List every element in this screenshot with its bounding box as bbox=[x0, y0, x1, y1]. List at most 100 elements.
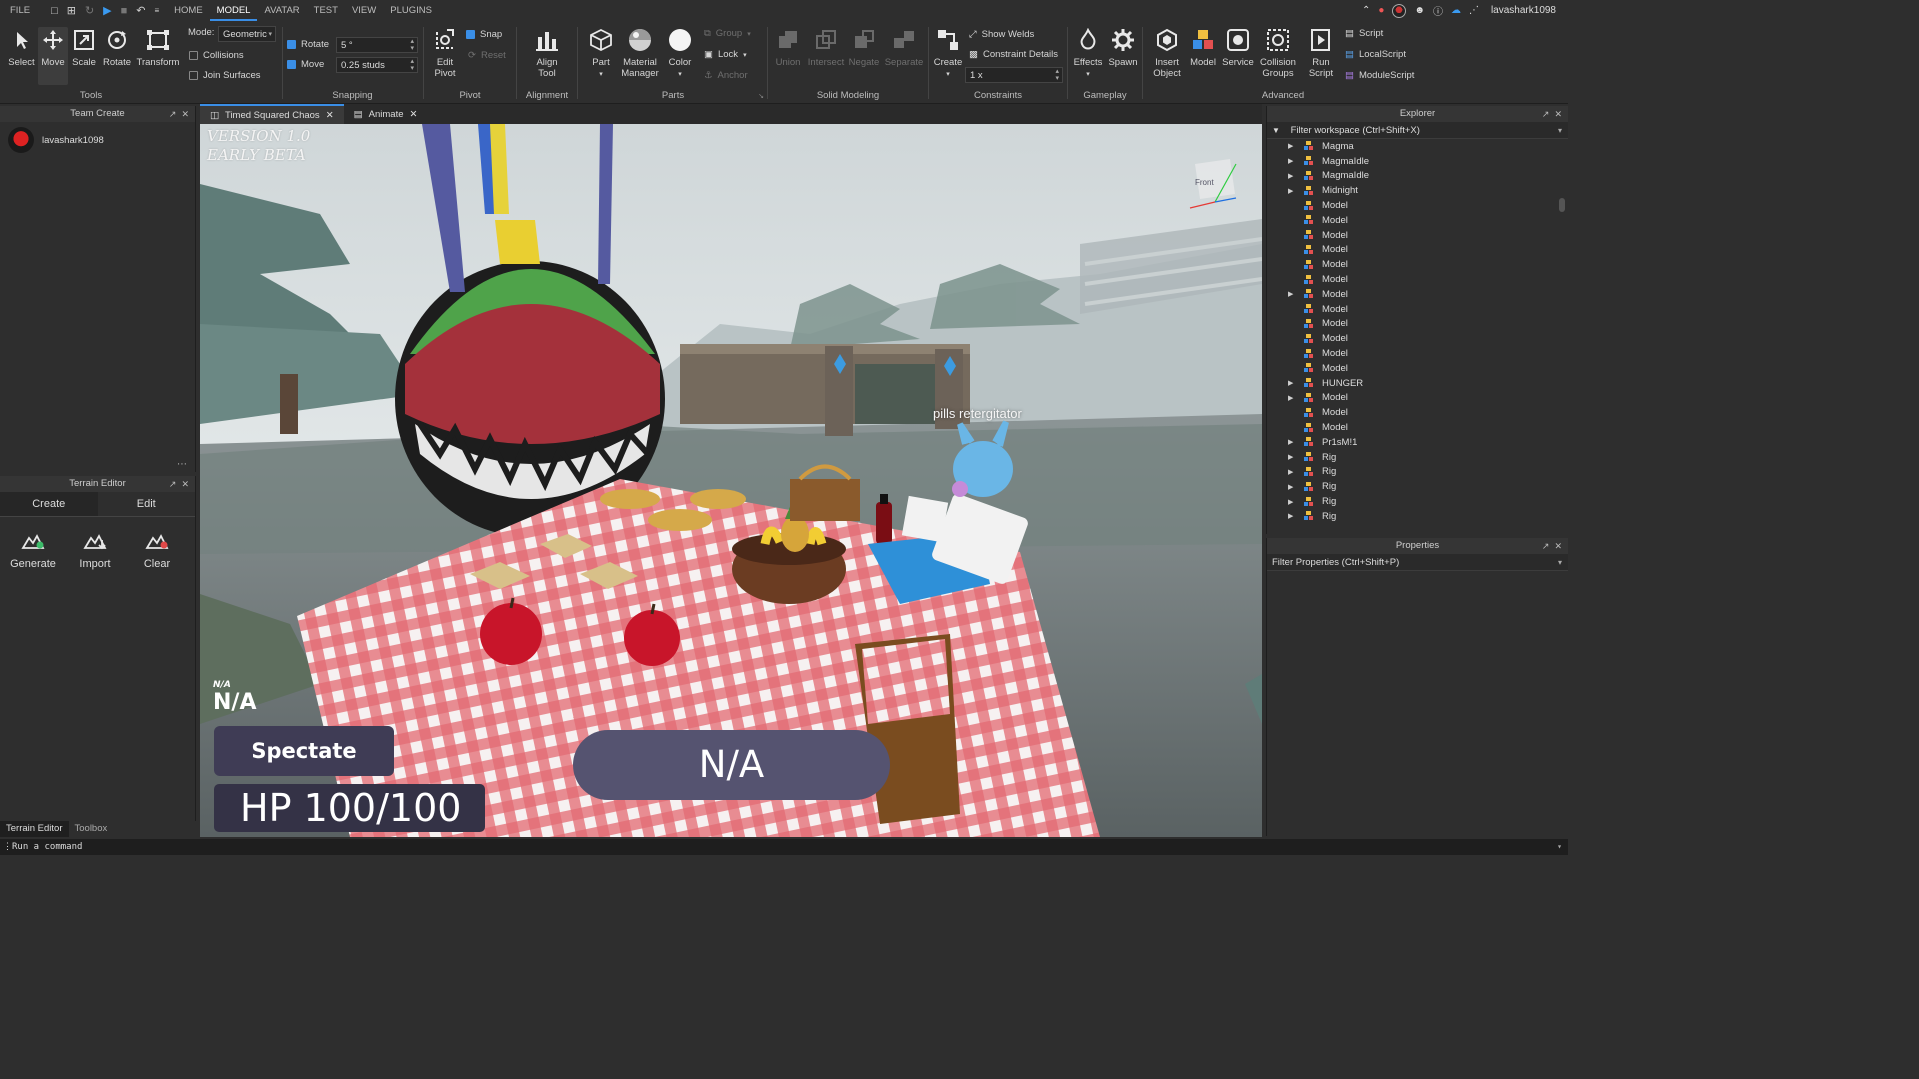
expand-arrow-icon[interactable]: ▶ bbox=[1288, 512, 1293, 520]
help-icon[interactable]: ⓘ bbox=[1433, 3, 1443, 18]
explorer-item[interactable]: Model bbox=[1267, 405, 1568, 420]
explorer-item[interactable]: ▶ Rig bbox=[1267, 509, 1568, 522]
clear-button[interactable]: Clear bbox=[126, 527, 188, 570]
pivot-reset-button[interactable]: ⟳ Reset bbox=[468, 50, 506, 61]
filter-icon[interactable]: ▼ bbox=[1272, 126, 1280, 135]
edit-pivot-button[interactable]: Edit Pivot bbox=[428, 27, 462, 79]
group-button[interactable]: ⧉ Group ▾ bbox=[704, 28, 751, 39]
lock-button[interactable]: ▣ Lock ▾ bbox=[704, 49, 747, 60]
explorer-item[interactable]: Model bbox=[1267, 272, 1568, 287]
share-icon[interactable]: ⋰ bbox=[1469, 5, 1479, 16]
explorer-filter[interactable]: ▼ Filter workspace (Ctrl+Shift+X) ▾ bbox=[1267, 122, 1568, 139]
expand-arrow-icon[interactable]: ▶ bbox=[1288, 157, 1293, 165]
expand-arrow-icon[interactable]: ▶ bbox=[1288, 142, 1293, 150]
tab-timed-squared-chaos[interactable]: ◫ Timed Squared Chaos ✕ bbox=[200, 104, 344, 124]
close-icon[interactable]: ✕ bbox=[1554, 541, 1562, 551]
view-cube[interactable]: Front bbox=[1195, 178, 1214, 187]
color-button[interactable]: Color ▾ bbox=[664, 27, 696, 79]
insert-object-button[interactable]: Insert Object bbox=[1147, 27, 1187, 79]
transform-tool[interactable]: Transform bbox=[135, 27, 181, 68]
spectate-button[interactable]: Spectate bbox=[214, 726, 394, 776]
explorer-item[interactable]: ▶ MagmaIdle bbox=[1267, 169, 1568, 184]
move-snap-toggle[interactable]: Move bbox=[287, 59, 324, 70]
separate-button[interactable]: Separate bbox=[882, 27, 926, 68]
explorer-item[interactable]: ▶ Pr1sM!1 bbox=[1267, 435, 1568, 450]
tab-edit[interactable]: Edit bbox=[98, 492, 196, 516]
expand-arrow-icon[interactable]: ▶ bbox=[1288, 379, 1293, 387]
user-avatar[interactable] bbox=[1392, 3, 1407, 18]
explorer-item[interactable]: Model bbox=[1267, 302, 1568, 317]
expand-arrow-icon[interactable]: ▶ bbox=[1288, 453, 1293, 461]
stepper-icon[interactable]: ▴ ▾ bbox=[1055, 68, 1059, 82]
align-tool-button[interactable]: Align Tool bbox=[531, 27, 563, 79]
move-tool[interactable]: Move bbox=[38, 27, 68, 85]
pivot-snap-checkbox[interactable] bbox=[466, 30, 475, 39]
menu-file[interactable]: FILE bbox=[0, 0, 37, 21]
collisions-checkbox[interactable] bbox=[189, 51, 198, 60]
chevron-down-icon[interactable]: ▾ bbox=[1557, 839, 1562, 855]
pivot-snap-toggle[interactable]: Snap bbox=[466, 29, 502, 40]
friends-icon[interactable]: ☻ bbox=[1414, 5, 1425, 16]
module-script-button[interactable]: ▤ ModuleScript bbox=[1345, 70, 1414, 81]
local-script-button[interactable]: ▤ LocalScript bbox=[1345, 49, 1406, 60]
explorer-item[interactable]: ▶ Model bbox=[1267, 287, 1568, 302]
group-expand-icon[interactable]: ↘ bbox=[758, 92, 764, 100]
explorer-item[interactable]: Model bbox=[1267, 420, 1568, 435]
explorer-item[interactable]: ▶ Rig bbox=[1267, 465, 1568, 480]
explorer-item[interactable]: ▶ Rig bbox=[1267, 494, 1568, 509]
create-constraint-button[interactable]: Create ▾ bbox=[931, 27, 965, 79]
expand-arrow-icon[interactable]: ▶ bbox=[1288, 438, 1293, 446]
explorer-item[interactable]: ▶ Rig bbox=[1267, 479, 1568, 494]
mode-dropdown[interactable]: Geometric ▾ bbox=[218, 26, 276, 42]
float-icon[interactable]: ↗ bbox=[169, 479, 177, 489]
explorer-item[interactable]: ▶ HUNGER bbox=[1267, 376, 1568, 391]
rotate-tool[interactable]: Rotate bbox=[101, 27, 133, 68]
float-icon[interactable]: ↗ bbox=[1542, 541, 1550, 551]
service-button[interactable]: Service bbox=[1219, 27, 1257, 68]
material-manager-button[interactable]: Material Manager bbox=[620, 27, 660, 79]
explorer-item[interactable]: ▶ Model bbox=[1267, 391, 1568, 406]
move-snap-checkbox[interactable] bbox=[287, 60, 296, 69]
team-create-user[interactable]: lavashark1098 bbox=[0, 122, 195, 158]
menu-model[interactable]: MODEL bbox=[209, 0, 258, 21]
new-file-icon[interactable]: □ bbox=[51, 5, 58, 17]
spawn-button[interactable]: Spawn bbox=[1106, 27, 1140, 68]
menu-home[interactable]: HOME bbox=[167, 0, 210, 21]
explorer-item[interactable]: Model bbox=[1267, 257, 1568, 272]
effects-button[interactable]: Effects ▾ bbox=[1070, 27, 1106, 79]
explorer-item[interactable]: Model bbox=[1267, 243, 1568, 258]
tab-create[interactable]: Create bbox=[0, 492, 98, 516]
explorer-item[interactable]: Model bbox=[1267, 213, 1568, 228]
stepper-icon[interactable]: ▴ ▾ bbox=[410, 38, 414, 52]
constraint-scale-input[interactable]: 1 x ▴ ▾ bbox=[965, 67, 1063, 83]
explorer-item[interactable]: Model bbox=[1267, 331, 1568, 346]
menu-avatar[interactable]: AVATAR bbox=[257, 0, 306, 21]
explorer-item[interactable]: ▶ Magma bbox=[1267, 139, 1568, 154]
move-snap-input[interactable]: 0.25 studs ▴ ▾ bbox=[336, 57, 418, 73]
expand-arrow-icon[interactable]: ▶ bbox=[1288, 498, 1293, 506]
mode-selector[interactable]: Mode: bbox=[188, 27, 214, 38]
rotate-snap-checkbox[interactable] bbox=[287, 40, 296, 49]
publish-icon[interactable]: ⊞ bbox=[67, 4, 76, 17]
explorer-item[interactable]: ▶ Rig bbox=[1267, 450, 1568, 465]
tab-toolbox[interactable]: Toolbox bbox=[69, 821, 114, 837]
run-script-button[interactable]: Run Script bbox=[1301, 27, 1341, 79]
join-surfaces-checkbox[interactable] bbox=[189, 71, 198, 80]
explorer-item[interactable]: Model bbox=[1267, 317, 1568, 332]
anchor-button[interactable]: ⚓ Anchor bbox=[704, 70, 748, 81]
collision-groups-button[interactable]: Collision Groups bbox=[1257, 27, 1299, 79]
scale-tool[interactable]: Scale bbox=[70, 27, 98, 68]
command-bar[interactable]: ⋮ Run a command ▾ bbox=[0, 839, 1568, 855]
import-button[interactable]: Import bbox=[64, 527, 126, 570]
part-button[interactable]: Part ▾ bbox=[583, 27, 619, 79]
float-icon[interactable]: ↗ bbox=[1542, 109, 1550, 119]
constraint-details-toggle[interactable]: ▩ Constraint Details bbox=[969, 49, 1058, 60]
expand-arrow-icon[interactable]: ▶ bbox=[1288, 394, 1293, 402]
expand-arrow-icon[interactable]: ▶ bbox=[1288, 483, 1293, 491]
rotate-snap-input[interactable]: 5 ° ▴ ▾ bbox=[336, 37, 418, 53]
notifications-icon[interactable]: ● bbox=[1378, 5, 1384, 16]
tab-terrain-editor[interactable]: Terrain Editor bbox=[0, 821, 69, 837]
collapse-ribbon-icon[interactable]: ⌃ bbox=[1362, 5, 1370, 16]
properties-filter[interactable]: Filter Properties (Ctrl+Shift+P) ▾ bbox=[1267, 554, 1568, 571]
close-icon[interactable]: ✕ bbox=[1554, 109, 1562, 119]
